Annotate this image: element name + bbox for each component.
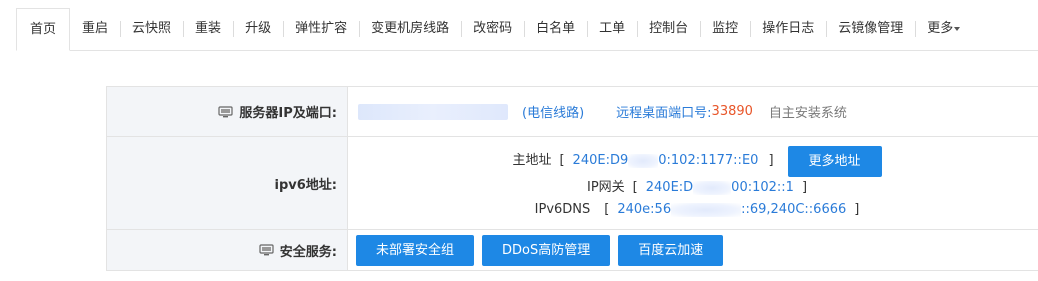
server-ip-label: 服务器IP及端口: <box>239 106 337 121</box>
tab-change-password[interactable]: 改密码 <box>461 8 524 50</box>
redacted-ip <box>358 103 508 120</box>
server-ip-row: 服务器IP及端口: (电信线路) 远程桌面端口号: 33890 自主安装系统 <box>107 87 1038 137</box>
baidu-cloud-accelerate-button[interactable]: 百度云加速 <box>618 234 724 266</box>
ipv6-label: ipv6地址: <box>274 177 337 193</box>
tab-label: 改密码 <box>473 21 513 36</box>
tab-console[interactable]: 控制台 <box>637 8 700 50</box>
tab-label: 弹性扩容 <box>295 21 348 36</box>
line-type-link[interactable]: (电信线路) <box>522 102 584 121</box>
ipv6-main-label: 主地址 <box>512 153 552 168</box>
tab-snapshot[interactable]: 云快照 <box>120 8 183 50</box>
ddos-protection-button[interactable]: DDoS高防管理 <box>482 234 611 266</box>
security-group-button[interactable]: 未部署安全组 <box>356 234 475 266</box>
ipv6-dns-line: IPv6DNS [ 240e:56 ::69,240C::6666 ] <box>534 199 860 221</box>
tab-label: 重启 <box>82 21 109 36</box>
bracket-open: [ <box>559 153 565 168</box>
tab-reboot[interactable]: 重启 <box>70 8 120 50</box>
tab-home[interactable]: 首页 <box>16 8 71 51</box>
tab-label: 升级 <box>245 21 272 36</box>
install-note: 自主安装系统 <box>768 106 847 121</box>
server-ip-value: (电信线路) 远程桌面端口号: 33890 自主安装系统 <box>348 87 1038 136</box>
rdp-port-value: 33890 <box>711 104 753 119</box>
tab-whitelist[interactable]: 白名单 <box>524 8 587 50</box>
bracket-close: ] <box>801 179 808 195</box>
ipv6-label-cell: ipv6地址: <box>107 137 348 229</box>
tab-label: 更多 <box>927 21 954 36</box>
security-label: 安全服务: <box>279 244 337 260</box>
tab-operation-log[interactable]: 操作日志 <box>750 8 826 50</box>
tab-elastic-scale[interactable]: 弹性扩容 <box>283 8 359 50</box>
tab-label: 云镜像管理 <box>838 21 904 36</box>
bracket-close: ] <box>854 201 860 217</box>
security-label-cell: 安全服务: <box>107 230 348 270</box>
ipv6-main-line: 主地址 [ 240E:D9 0:102:1177::E0 ] 更多地址 <box>512 145 882 177</box>
more-addresses-button[interactable]: 更多地址 <box>787 145 882 177</box>
tab-label: 云快照 <box>132 21 172 36</box>
tab-image-management[interactable]: 云镜像管理 <box>826 8 915 50</box>
tab-label: 重装 <box>195 21 222 36</box>
tab-label: 首页 <box>30 22 57 37</box>
ipv6-main-prefix: 240E:D9 <box>572 153 629 168</box>
ipv6-gateway-line: IP网关 [ 240E:D 00:102::1 ] <box>587 177 807 199</box>
security-value: 未部署安全组 DDoS高防管理 百度云加速 <box>348 230 1038 270</box>
tab-monitor[interactable]: 监控 <box>700 8 750 50</box>
ipv6-dns-suffix: ::69,240C::6666 <box>741 201 847 217</box>
bracket-close: ] <box>768 153 774 168</box>
rdp-port-label: 远程桌面端口号: <box>616 106 712 121</box>
redacted-segment <box>671 202 742 217</box>
ipv6-gateway-suffix: 00:102::1 <box>731 179 794 195</box>
bracket-open: [ <box>604 201 610 217</box>
redacted-segment <box>628 154 659 168</box>
tab-label: 变更机房线路 <box>371 21 450 36</box>
chevron-down-icon <box>954 26 961 31</box>
tab-more[interactable]: 更多 <box>915 8 972 50</box>
ipv6-gateway-label: IP网关 <box>586 179 625 195</box>
redacted-segment <box>693 180 732 195</box>
computer-icon <box>259 244 274 256</box>
ipv6-value: 主地址 [ 240E:D9 0:102:1177::E0 ] 更多地址 IP网关… <box>348 137 1038 229</box>
server-info-panel: 服务器IP及端口: (电信线路) 远程桌面端口号: 33890 自主安装系统 i… <box>106 86 1038 271</box>
ipv6-dns-label: IPv6DNS <box>534 201 591 217</box>
computer-icon <box>218 105 234 118</box>
ipv6-gateway-prefix: 240E:D <box>645 179 694 195</box>
bracket-open: [ <box>632 179 638 195</box>
security-row: 安全服务: 未部署安全组 DDoS高防管理 百度云加速 <box>107 230 1038 271</box>
ipv6-main-suffix: 0:102:1177::E0 <box>658 153 759 168</box>
ipv6-dns-prefix: 240e:56 <box>617 201 672 217</box>
ipv6-row: ipv6地址: 主地址 [ 240E:D9 0:102:1177::E0 ] 更… <box>107 137 1038 230</box>
tab-label: 操作日志 <box>762 21 815 36</box>
tab-label: 白名单 <box>536 21 576 36</box>
tab-change-datacenter[interactable]: 变更机房线路 <box>359 8 461 50</box>
tab-label: 监控 <box>712 21 739 36</box>
tab-reinstall[interactable]: 重装 <box>183 8 233 50</box>
tab-label: 工单 <box>599 21 626 36</box>
tab-upgrade[interactable]: 升级 <box>233 8 283 50</box>
tab-label: 控制台 <box>649 21 689 36</box>
tab-ticket[interactable]: 工单 <box>587 8 637 50</box>
tab-bar: 首页 重启 云快照 重装 升级 弹性扩容 变更机房线路 改密码 白名单 工单 控… <box>16 8 1038 51</box>
server-ip-label-cell: 服务器IP及端口: <box>107 87 348 136</box>
